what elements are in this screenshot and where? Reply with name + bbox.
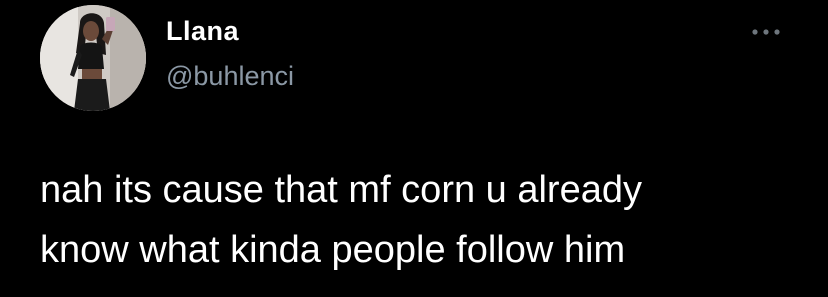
avatar[interactable] — [40, 5, 146, 111]
tweet-text-line-1: nah its cause that mf corn u already — [40, 169, 642, 211]
tweet-card: Llana @buhlenci nah its cause that mf co… — [0, 0, 828, 297]
tweet-text: nah its cause that mf corn u already kno… — [40, 160, 800, 280]
user-handle[interactable]: @buhlenci — [166, 59, 294, 93]
avatar-image — [40, 5, 146, 111]
display-name[interactable]: Llana — [166, 14, 239, 48]
more-options-button[interactable] — [746, 20, 786, 44]
tweet-text-line-2: know what kinda people follow him — [40, 229, 626, 271]
more-horizontal-icon — [752, 29, 780, 35]
